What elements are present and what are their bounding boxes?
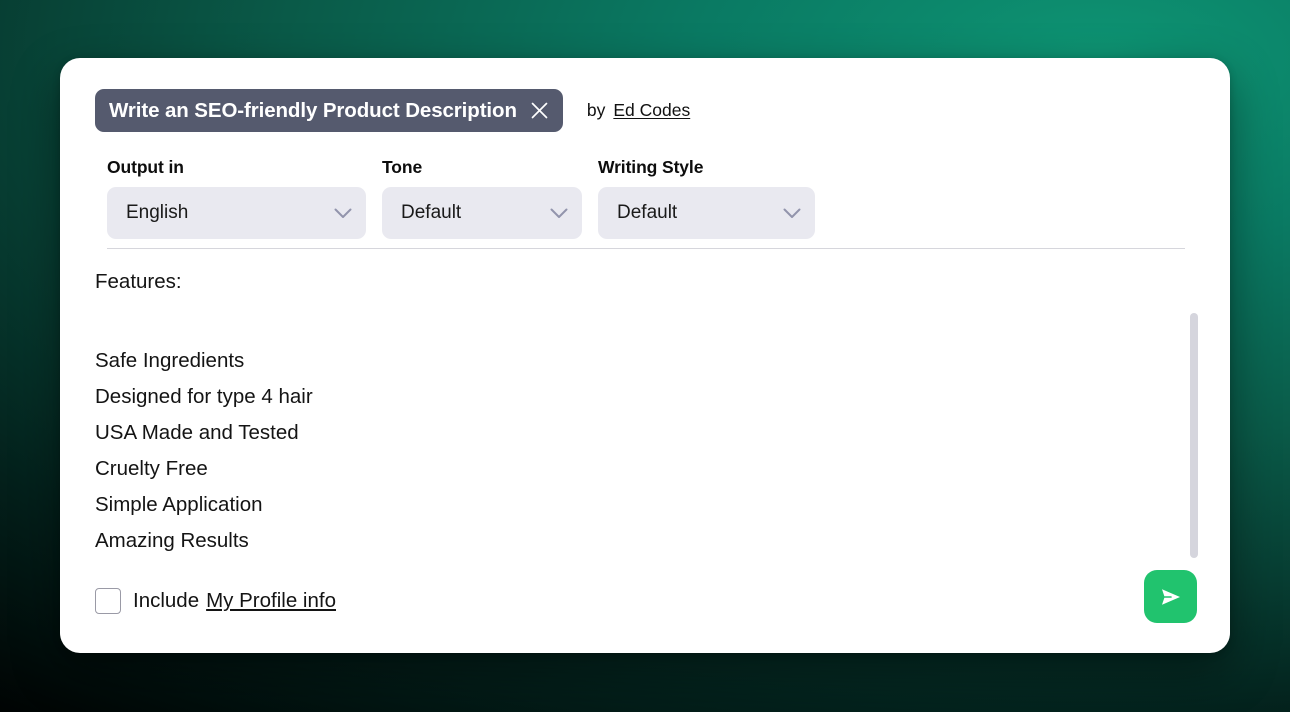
feature-item: Designed for type 4 hair xyxy=(95,384,313,408)
chevron-down-icon xyxy=(550,208,568,218)
include-label: Include xyxy=(133,589,200,612)
prompt-title-pill[interactable]: Write an SEO-friendly Product Descriptio… xyxy=(95,89,563,132)
output-language-label: Output in xyxy=(107,157,184,177)
feature-item: Amazing Results xyxy=(95,528,249,552)
output-language-select[interactable]: English xyxy=(107,187,366,239)
prompt-input-area[interactable]: Features: Safe Ingredients Designed for … xyxy=(95,270,1195,559)
tone-select[interactable]: Default xyxy=(382,187,582,239)
tone-group: Tone Default xyxy=(382,157,582,239)
byline: by Ed Codes xyxy=(587,100,690,121)
writing-style-select[interactable]: Default xyxy=(598,187,815,239)
options-row: Output in English Tone Default Writing S… xyxy=(107,157,815,239)
author-link[interactable]: Ed Codes xyxy=(613,100,690,121)
feature-item: USA Made and Tested xyxy=(95,420,299,444)
tone-value: Default xyxy=(401,202,462,223)
feature-item: Simple Application xyxy=(95,492,263,516)
send-button[interactable] xyxy=(1144,570,1197,623)
output-language-value: English xyxy=(126,202,189,223)
send-icon xyxy=(1161,588,1180,605)
scrollbar-track[interactable] xyxy=(1190,313,1198,558)
include-profile-checkbox[interactable] xyxy=(95,588,121,614)
byline-prefix: by xyxy=(586,100,606,120)
scrollbar-thumb[interactable] xyxy=(1190,313,1198,558)
section-divider xyxy=(107,248,1185,249)
close-prompt-button[interactable] xyxy=(517,89,563,132)
panel-footer: Include My Profile info xyxy=(95,588,336,614)
prompt-panel: Write an SEO-friendly Product Descriptio… xyxy=(60,58,1230,653)
chevron-down-icon xyxy=(334,208,352,218)
feature-item: Safe Ingredients xyxy=(95,348,245,372)
writing-style-label: Writing Style xyxy=(598,157,704,177)
writing-style-value: Default xyxy=(617,202,678,223)
writing-style-group: Writing Style Default xyxy=(598,157,815,239)
prompt-title-label: Write an SEO-friendly Product Descriptio… xyxy=(109,98,517,122)
my-profile-info-link[interactable]: My Profile info xyxy=(206,589,336,613)
feature-item: Cruelty Free xyxy=(95,456,208,480)
features-heading: Features: xyxy=(95,270,182,293)
chevron-down-icon xyxy=(783,208,801,218)
tone-label: Tone xyxy=(382,157,423,177)
panel-header: Write an SEO-friendly Product Descriptio… xyxy=(95,89,690,132)
close-icon xyxy=(532,102,548,119)
output-language-group: Output in English xyxy=(107,157,366,239)
